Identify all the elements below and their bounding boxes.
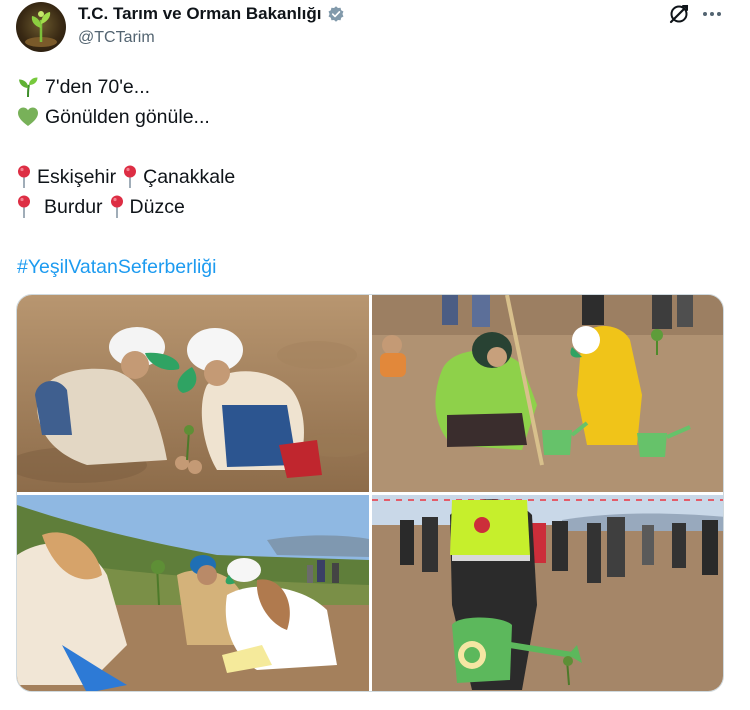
location-burdur: Burdur [44, 196, 103, 218]
location-canakkale: Çanakkale [143, 166, 236, 188]
police-officer-watering-sapling-photo[interactable] [372, 495, 723, 691]
green-heart-icon [18, 107, 38, 126]
round-pushpin-icon [18, 165, 30, 188]
sapling-logo-icon [25, 11, 57, 47]
user-handle[interactable]: @TCTarim [78, 29, 155, 47]
round-pushpin-icon [110, 195, 123, 218]
tweet-text: 7'den 70'e... Gönülden gönüle... Eskişeh… [17, 72, 235, 282]
tweet-card[interactable]: T.C. Tarım ve Orman Bakanlığı @TCTarim 7… [0, 0, 750, 710]
children-and-soldier-planting-photo[interactable] [17, 495, 369, 691]
avatar[interactable] [16, 2, 66, 52]
verified-badge-icon [328, 6, 344, 22]
media-grid [16, 294, 724, 692]
seedling-icon [19, 77, 38, 98]
more-options-icon[interactable] [700, 4, 724, 24]
display-name[interactable]: T.C. Tarım ve Orman Bakanlığı [78, 4, 321, 24]
children-planting-saplings-photo[interactable] [17, 295, 369, 492]
grok-icon[interactable] [668, 3, 690, 25]
tweet-line-2: Gönülden gönüle... [45, 106, 210, 128]
hashtag-link[interactable]: #YeşilVatanSeferberliği [17, 252, 216, 282]
location-duzce: Düzce [129, 196, 185, 218]
location-eskisehir: Eskişehir [37, 166, 117, 188]
round-pushpin-icon [18, 195, 30, 218]
tweet-line-1: 7'den 70'e... [45, 76, 151, 98]
volunteers-planting-with-watering-can-photo[interactable] [372, 295, 723, 492]
round-pushpin-icon [124, 165, 137, 188]
